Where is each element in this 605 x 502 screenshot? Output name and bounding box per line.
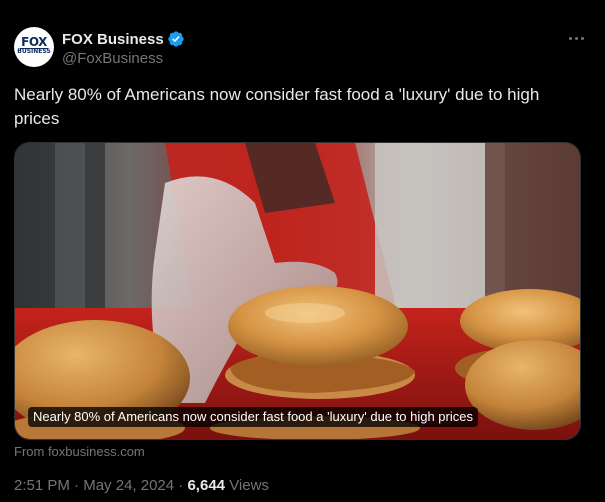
tweet: FOX BUSINESS FOX Business @FoxBusiness N… [0, 0, 605, 502]
avatar[interactable]: FOX BUSINESS [14, 27, 54, 67]
media-caption: Nearly 80% of Americans now consider fas… [28, 407, 478, 427]
avatar-logo-subtext: BUSINESS [17, 48, 51, 55]
tweet-meta: 2:51 PM · May 24, 2024 · 6,644 Views [14, 477, 269, 494]
display-name-row: FOX Business [62, 29, 185, 49]
tweet-text: Nearly 80% of Americans now consider fas… [14, 85, 540, 128]
author-info: FOX Business @FoxBusiness [62, 29, 185, 67]
author-handle[interactable]: @FoxBusiness [62, 50, 185, 67]
media-image [15, 143, 580, 439]
link-card-media[interactable]: Nearly 80% of Americans now consider fas… [14, 142, 581, 440]
source-link[interactable]: From foxbusiness.com [14, 444, 145, 459]
meta-separator: · [74, 477, 80, 494]
more-options-icon[interactable] [561, 27, 591, 49]
views-count: 6,644 [187, 477, 226, 494]
more-dot-icon [574, 36, 578, 40]
avatar-logo-text: FOX [21, 35, 47, 49]
more-dot-icon [580, 36, 584, 40]
tweet-time[interactable]: 2:51 PM [14, 477, 70, 494]
tweet-header: FOX BUSINESS FOX Business @FoxBusiness [14, 27, 591, 71]
tweet-date[interactable]: May 24, 2024 [83, 477, 174, 494]
more-dot-icon [568, 36, 572, 40]
display-name[interactable]: FOX Business [62, 31, 164, 48]
meta-separator: · [178, 477, 184, 494]
views-label: Views [229, 477, 269, 494]
verified-badge-icon[interactable] [167, 30, 185, 48]
